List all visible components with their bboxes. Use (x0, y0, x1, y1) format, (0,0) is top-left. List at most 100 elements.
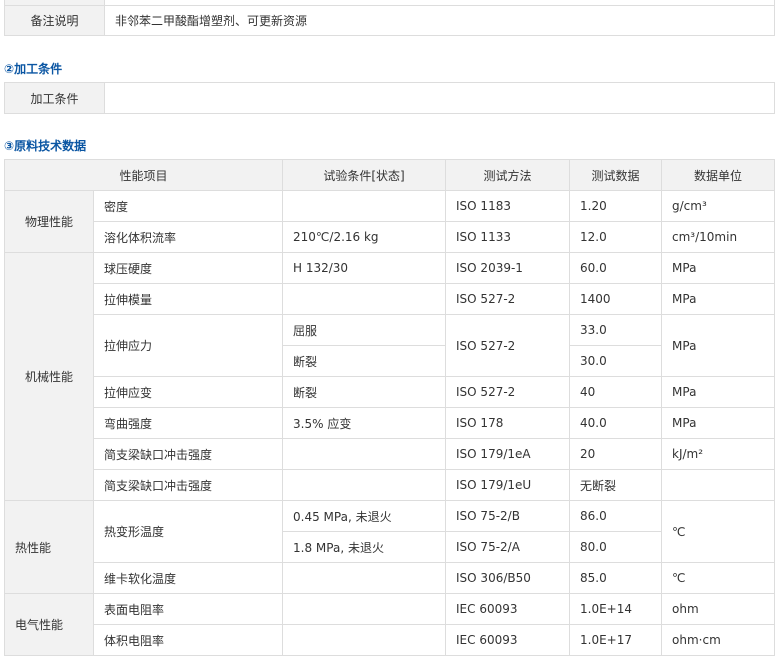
unit-cell: MPa (661, 252, 775, 284)
prop-cell: 维卡软化温度 (92, 562, 284, 594)
prop-cell: 密度 (92, 190, 284, 222)
cond-cell: 3.5% 应变 (282, 407, 447, 439)
remarks-label: 备注说明 (4, 5, 105, 36)
prop-cell: 拉伸应力 (92, 314, 284, 377)
value-cell: 12.0 (569, 221, 663, 253)
method-cell: ISO 2039-1 (445, 252, 571, 284)
prop-cell: 表面电阻率 (92, 593, 284, 625)
method-cell: ISO 75-2/A (445, 531, 571, 563)
value-cell: 86.0 (569, 500, 663, 532)
prop-cell: 简支梁缺口冲击强度 (92, 469, 284, 501)
prop-cell: 热变形温度 (92, 500, 284, 563)
category-electrical: 电气性能 (4, 593, 94, 656)
value-cell: 无断裂 (569, 469, 663, 501)
processing-heading: ②加工条件 (4, 62, 63, 76)
unit-cell: cm³/10min (661, 221, 775, 253)
cond-cell: 断裂 (282, 376, 447, 408)
unit-cell: MPa (661, 314, 775, 377)
table-row: 弯曲强度 3.5% 应变 ISO 178 40.0 MPa (5, 407, 775, 439)
value-cell: 30.0 (569, 345, 663, 377)
table-row: 体积电阻率 IEC 60093 1.0E+17 ohm·cm (5, 624, 775, 656)
category-physical: 物理性能 (4, 190, 94, 253)
table-row: 拉伸应变 断裂 ISO 527-2 40 MPa (5, 376, 775, 408)
value-cell: 1400 (569, 283, 663, 315)
cond-cell (282, 190, 447, 222)
prop-cell: 拉伸模量 (92, 283, 284, 315)
header-condition: 试验条件[状态] (282, 159, 447, 191)
cond-cell (282, 624, 447, 656)
processing-table: 加工条件 (4, 82, 775, 114)
unit-cell: kJ/m² (661, 438, 775, 470)
value-cell: 1.20 (569, 190, 663, 222)
cond-cell: H 132/30 (282, 252, 447, 284)
table-row: 拉伸模量 ISO 527-2 1400 MPa (5, 283, 775, 315)
table-header-row: 性能项目 试验条件[状态] 测试方法 测试数据 数据单位 (3, 159, 775, 191)
value-cell: 60.0 (569, 252, 663, 284)
category-mechanical: 机械性能 (4, 252, 94, 501)
cond-cell (282, 469, 447, 501)
unit-cell: ℃ (661, 500, 775, 563)
prop-cell: 球压硬度 (92, 252, 284, 284)
unit-cell: g/cm³ (661, 190, 775, 222)
prop-cell: 弯曲强度 (92, 407, 284, 439)
table-row: 简支梁缺口冲击强度 ISO 179/1eU 无断裂 (5, 469, 775, 501)
table-row: 机械性能 球压硬度 H 132/30 ISO 2039-1 60.0 MPa (4, 252, 775, 501)
cond-cell: 断裂 (282, 345, 447, 377)
method-cell: ISO 1183 (445, 190, 571, 222)
table-row: 热性能 热变形温度 0.45 MPa, 未退火 ISO 75-2/B 86.0 … (4, 500, 775, 594)
table-row: 电气性能 表面电阻率 IEC 60093 1.0E+14 ohm (4, 593, 775, 656)
cond-cell (282, 283, 447, 315)
cond-cell (282, 438, 447, 470)
table-row: 溶化体积流率 210℃/2.16 kg ISO 1133 12.0 cm³/10… (5, 221, 775, 253)
value-cell: 1.0E+14 (569, 593, 663, 625)
unit-cell: MPa (661, 283, 775, 315)
method-cell: ISO 1133 (445, 221, 571, 253)
prop-cell: 体积电阻率 (92, 624, 284, 656)
method-cell: ISO 306/B50 (445, 562, 571, 594)
unit-cell: MPa (661, 376, 775, 408)
header-method: 测试方法 (445, 159, 571, 191)
unit-cell (661, 469, 775, 501)
processing-label: 加工条件 (4, 82, 105, 114)
category-thermal: 热性能 (4, 500, 94, 594)
value-cell: 1.0E+17 (569, 624, 663, 656)
cond-cell (282, 562, 447, 594)
remarks-value: 非邻苯二甲酸酯增塑剂、可更新资源 (104, 5, 775, 36)
unit-cell: MPa (661, 407, 775, 439)
unit-cell: ohm (661, 593, 775, 625)
unit-cell: ℃ (661, 562, 775, 594)
page: 备注说明 非邻苯二甲酸酯增塑剂、可更新资源 ②加工条件 加工条件 ③原料技术数据… (0, 0, 775, 656)
method-cell: ISO 527-2 (445, 314, 571, 377)
method-cell: ISO 179/1eU (445, 469, 571, 501)
prop-cell: 简支梁缺口冲击强度 (92, 438, 284, 470)
header-unit: 数据单位 (661, 159, 775, 191)
method-cell: ISO 75-2/B (445, 500, 571, 532)
method-cell: ISO 178 (445, 407, 571, 439)
table-row: 拉伸应力 屈服 ISO 527-2 33.0 MPa (5, 314, 775, 377)
method-cell: IEC 60093 (445, 624, 571, 656)
table-row: 简支梁缺口冲击强度 ISO 179/1eA 20 kJ/m² (5, 438, 775, 470)
method-cell: IEC 60093 (445, 593, 571, 625)
method-cell: ISO 527-2 (445, 283, 571, 315)
tech-heading: ③原料技术数据 (4, 139, 87, 153)
value-cell: 40 (569, 376, 663, 408)
cond-cell: 屈服 (282, 314, 447, 346)
value-cell: 20 (569, 438, 663, 470)
unit-cell: ohm·cm (661, 624, 775, 656)
table-row: 物理性能 密度 ISO 1183 1.20 g/cm³ (4, 190, 775, 253)
cond-cell: 0.45 MPa, 未退火 (282, 500, 447, 532)
value-cell: 33.0 (569, 314, 663, 346)
processing-value (104, 82, 775, 114)
header-property: 性能项目 (3, 159, 284, 191)
method-cell: ISO 179/1eA (445, 438, 571, 470)
cond-cell: 210℃/2.16 kg (282, 221, 447, 253)
prop-cell: 溶化体积流率 (92, 221, 284, 253)
cond-cell (282, 593, 447, 625)
prop-cell: 拉伸应变 (92, 376, 284, 408)
tech-data-table: 性能项目 试验条件[状态] 测试方法 测试数据 数据单位 物理性能 密度 ISO… (3, 159, 775, 656)
method-cell: ISO 527-2 (445, 376, 571, 408)
remarks-table: 备注说明 非邻苯二甲酸酯增塑剂、可更新资源 (4, 0, 775, 36)
cond-cell: 1.8 MPa, 未退火 (282, 531, 447, 563)
table-row: 维卡软化温度 ISO 306/B50 85.0 ℃ (5, 562, 775, 594)
header-value: 测试数据 (569, 159, 663, 191)
